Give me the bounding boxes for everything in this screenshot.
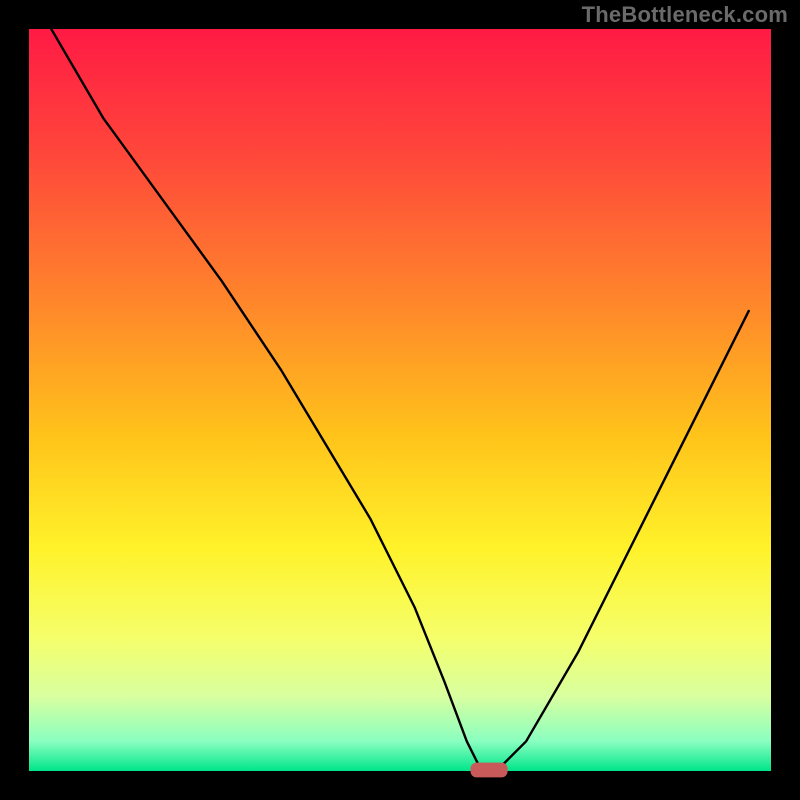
watermark-text: TheBottleneck.com <box>582 2 788 28</box>
optimal-marker <box>470 763 507 778</box>
chart-frame: TheBottleneck.com <box>0 0 800 800</box>
plot-background <box>29 29 771 771</box>
bottleneck-chart <box>0 0 800 800</box>
